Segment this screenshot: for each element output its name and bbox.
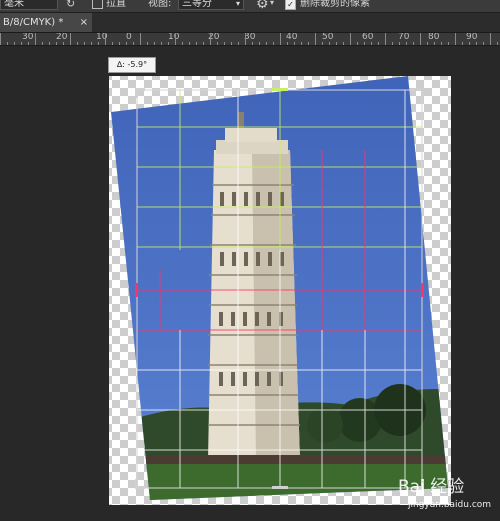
rotation-angle-tooltip: ∆: -5.9° xyxy=(108,57,156,73)
rotation-angle-value: ∆: -5.9° xyxy=(116,60,148,69)
baidu-watermark: Bai 经验 jingyan.baidu.com xyxy=(398,477,491,510)
tower xyxy=(208,112,300,460)
image-canvas[interactable]: Bai 经验 jingyan.baidu.com xyxy=(0,0,500,521)
watermark-text: Bai 经验 xyxy=(398,477,464,497)
watermark-url: jingyan.baidu.com xyxy=(407,500,491,510)
